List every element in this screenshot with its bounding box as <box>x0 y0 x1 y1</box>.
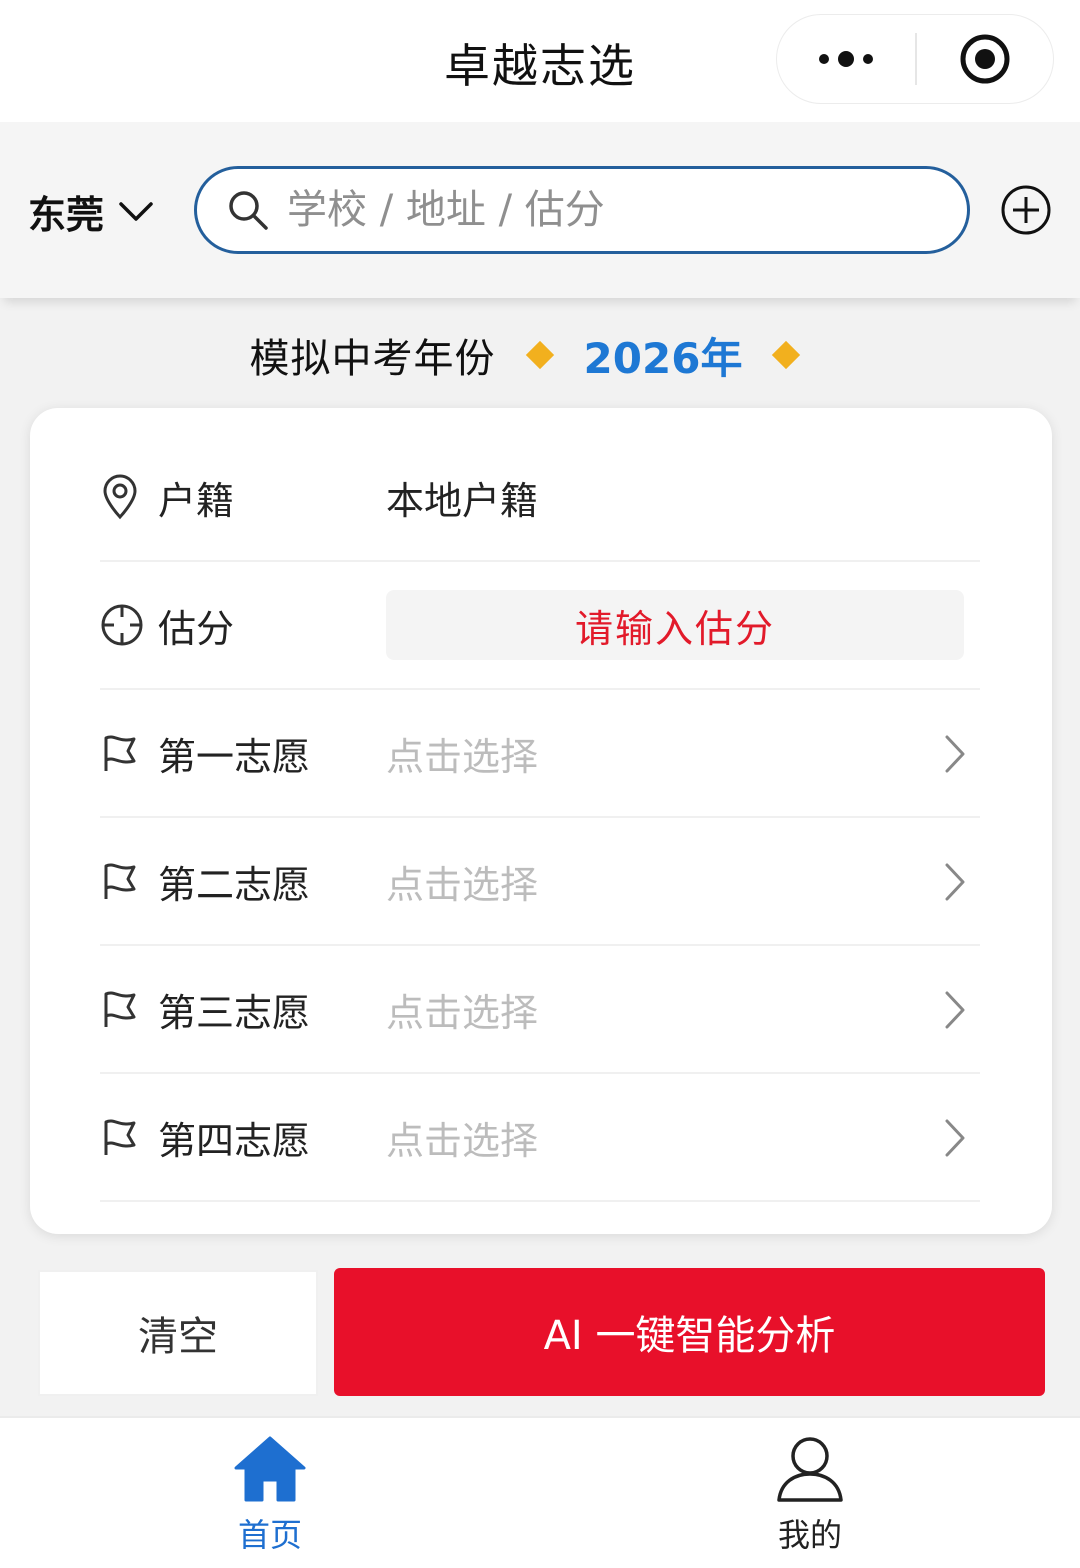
more-button[interactable] <box>777 15 915 103</box>
miniprogram-capsule <box>776 14 1054 104</box>
row-icon-wrap <box>100 1117 148 1157</box>
search-input[interactable] <box>287 187 927 233</box>
title-bar: 卓越志选 <box>0 0 1080 122</box>
choice-label: 第三志愿 <box>158 990 311 1035</box>
score-label: 估分 <box>158 606 235 651</box>
year-label: 模拟中考年份 <box>249 336 496 382</box>
flag-icon <box>104 735 136 771</box>
choice-placeholder: 点击选择 <box>386 990 539 1035</box>
tab-home[interactable]: 首页 <box>170 1434 370 1556</box>
choice-placeholder: 点击选择 <box>386 1118 539 1163</box>
row-icon-wrap <box>100 603 148 647</box>
tab-mine-label: 我的 <box>777 1516 842 1554</box>
residence-label: 户籍 <box>158 478 235 523</box>
flag-icon <box>104 991 136 1027</box>
chevron-right-icon <box>945 991 965 1029</box>
choice-placeholder: 点击选择 <box>386 734 539 779</box>
search-box[interactable] <box>194 166 970 254</box>
mock-exam-year-row: 模拟中考年份 2026年 <box>0 322 1080 388</box>
form-row-choice-1[interactable]: 第一志愿 点击选择 <box>100 690 980 818</box>
form-row-score: 估分 请输入估分 <box>100 562 980 690</box>
diamond-icon <box>772 340 801 370</box>
flag-icon <box>104 1119 136 1155</box>
chevron-right-icon <box>945 735 965 773</box>
more-dots-icon <box>819 51 873 67</box>
add-button[interactable] <box>1000 184 1052 236</box>
crosshair-icon <box>101 604 143 646</box>
location-pin-icon <box>103 474 137 520</box>
choice-placeholder: 点击选择 <box>386 862 539 907</box>
chevron-down-icon <box>119 201 153 221</box>
search-icon <box>229 191 268 230</box>
ai-analyze-button[interactable]: AI 一键智能分析 <box>334 1268 1045 1396</box>
app-root: 卓越志选 东莞 学校 / 地址 / 估分 模拟中考年份 2026年 户籍 本地户… <box>0 0 1080 1568</box>
clear-button[interactable]: 清空 <box>38 1270 318 1396</box>
chevron-right-icon <box>945 1119 965 1157</box>
score-input[interactable]: 请输入估分 <box>386 590 964 660</box>
bottom-tab-bar: 首页 我的 <box>0 1416 1080 1568</box>
form-row-residence[interactable]: 户籍 本地户籍 <box>100 434 980 562</box>
row-icon-wrap <box>100 989 148 1029</box>
form-row-choice-4[interactable]: 第四志愿 点击选择 <box>100 1074 980 1202</box>
diamond-icon <box>525 340 554 370</box>
user-icon <box>777 1437 843 1502</box>
row-icon-wrap <box>100 733 148 773</box>
residence-value: 本地户籍 <box>386 478 539 523</box>
close-miniprogram-button[interactable] <box>917 15 1053 103</box>
city-label: 东莞 <box>28 193 105 237</box>
home-icon <box>234 1436 306 1502</box>
choice-label: 第四志愿 <box>158 1118 311 1163</box>
flag-icon <box>104 863 136 899</box>
choice-label: 第二志愿 <box>158 862 311 907</box>
form-row-choice-2[interactable]: 第二志愿 点击选择 <box>100 818 980 946</box>
form-card: 户籍 本地户籍 估分 请输入估分 第一志愿 点击选择 第二志愿 点击选择 第三志… <box>30 408 1052 1234</box>
target-close-icon <box>960 34 1010 84</box>
form-row-choice-3[interactable]: 第三志愿 点击选择 <box>100 946 980 1074</box>
tab-mine[interactable]: 我的 <box>710 1434 910 1556</box>
choice-label: 第一志愿 <box>158 734 311 779</box>
search-row: 东莞 <box>0 122 1080 298</box>
row-icon-wrap <box>100 861 148 901</box>
chevron-right-icon <box>945 863 965 901</box>
city-selector[interactable]: 东莞 <box>28 184 154 239</box>
plus-circle-icon <box>1001 185 1051 235</box>
year-value[interactable]: 2026年 <box>584 325 743 386</box>
row-icon-wrap <box>100 474 148 520</box>
tab-home-label: 首页 <box>237 1516 302 1554</box>
